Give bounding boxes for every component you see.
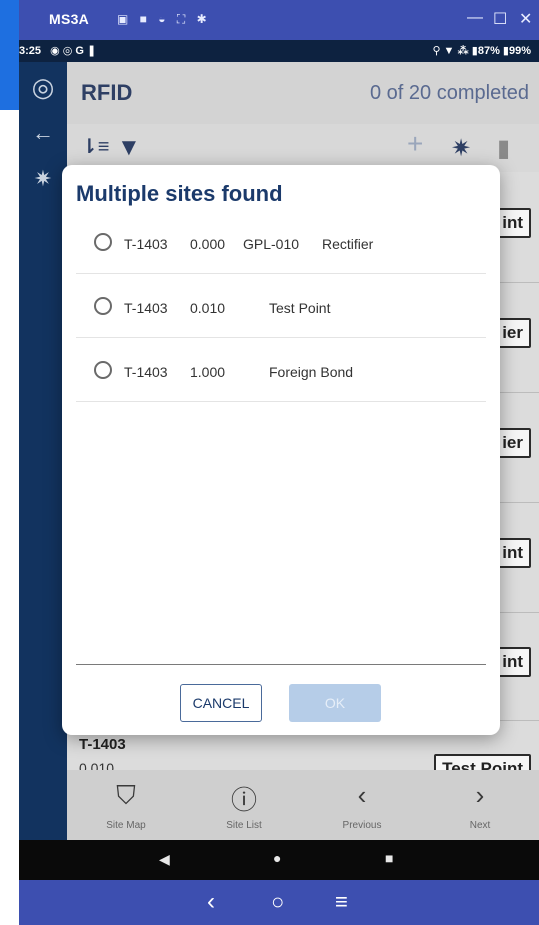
status-bar: 3:25 ◉ ◎ G ❚ ⚲ ▼ ⁂ ▮87% ▮99% (19, 40, 539, 62)
nav-site-map[interactable]: ⛉ Site Map (67, 770, 185, 840)
option-site-id: T-1403 (124, 300, 168, 316)
host-menu-icon[interactable]: ≡ (335, 889, 348, 915)
back-icon[interactable]: ◀ (159, 851, 170, 868)
status-time: 3:25 (19, 45, 42, 57)
host-nav-bar: ‹ ○ ≡ (19, 880, 539, 925)
window-title: MS3A (49, 11, 90, 27)
option-type: Rectifier (322, 236, 374, 252)
nav-label: Site List (226, 820, 262, 831)
cancel-button[interactable]: CANCEL (180, 684, 262, 722)
app-bar: RFID 0 of 20 completed (67, 62, 539, 124)
close-icon[interactable]: ✕ (519, 9, 532, 29)
site-option-3[interactable]: T-1403 1.000 Foreign Bond (76, 338, 486, 401)
multiple-sites-dialog: Multiple sites found T-1403 0.000 GPL-01… (62, 165, 500, 735)
option-site-id: T-1403 (124, 364, 168, 380)
window-accent (0, 0, 19, 110)
nav-label: Site Map (106, 820, 146, 831)
progress-text: 0 of 20 completed (370, 82, 529, 104)
system-nav-bar: ◀ ● ■ (19, 840, 539, 880)
maximize-icon[interactable]: ☐ (493, 9, 507, 29)
home-icon[interactable]: ● (273, 850, 281, 866)
ok-button[interactable]: OK (289, 684, 381, 722)
option-separator (76, 401, 486, 402)
sort-icon[interactable]: ⇂≡ (81, 134, 109, 159)
radio-button[interactable] (94, 233, 112, 251)
page-title: RFID (81, 80, 133, 105)
minimize-icon[interactable]: — (467, 9, 483, 27)
info-circle-icon: ⓘ (230, 785, 257, 815)
nav-previous[interactable]: ‹ Previous (303, 770, 421, 840)
gear-icon[interactable]: ✷ (19, 166, 67, 192)
site-option-2[interactable]: T-1403 0.010 Test Point (76, 274, 486, 337)
delete-icon[interactable]: ▮ (497, 134, 510, 163)
filter-icon[interactable]: ▼ (117, 134, 141, 162)
option-value: 0.010 (190, 300, 226, 316)
settings-ring-icon[interactable]: ◎ (19, 72, 67, 103)
back-arrow-icon[interactable]: ← (19, 120, 67, 146)
window-tool-icons[interactable]: ▣ ■ ◒ ⛶ ✱ (117, 12, 211, 27)
option-type: Foreign Bond (269, 364, 354, 380)
bottom-nav: ⛉ Site Map ⓘ Site List ‹ Previous › Next (67, 770, 539, 840)
dialog-divider (76, 664, 486, 665)
chevron-left-icon: ‹ (357, 780, 367, 810)
site-id: T-1403 (79, 736, 126, 753)
nav-rail: ◎ ← ✷ (19, 62, 67, 840)
chevron-right-icon: › (475, 780, 485, 810)
status-left-icons: ◉ ◎ G ❚ (50, 45, 97, 57)
settings-gear-icon[interactable]: ✷ (451, 134, 471, 163)
option-type: Test Point (269, 300, 331, 316)
nav-label: Next (469, 820, 491, 831)
status-right-icons: ⚲ ▼ ⁂ ▮87% ▮99% (432, 45, 531, 57)
window-title-bar: MS3A ▣ ■ ◒ ⛶ ✱ — ☐ ✕ (19, 0, 539, 40)
nav-label: Previous (342, 820, 382, 831)
nav-site-list[interactable]: ⓘ Site List (185, 770, 303, 840)
dialog-title: Multiple sites found (76, 181, 283, 206)
option-code: GPL-010 (243, 236, 300, 252)
recents-icon[interactable]: ■ (385, 850, 393, 866)
host-home-icon[interactable]: ○ (271, 889, 284, 915)
host-back-icon[interactable]: ‹ (207, 888, 215, 916)
option-site-id: T-1403 (124, 236, 168, 252)
option-value: 0.000 (190, 236, 226, 252)
option-value: 1.000 (190, 364, 226, 380)
radio-button[interactable] (94, 361, 112, 379)
nav-next[interactable]: › Next (421, 770, 539, 840)
map-icon: ⛉ (116, 780, 136, 810)
add-icon[interactable]: + (407, 128, 423, 160)
radio-button[interactable] (94, 297, 112, 315)
site-option-1[interactable]: T-1403 0.000 GPL-010 Rectifier (76, 210, 486, 273)
